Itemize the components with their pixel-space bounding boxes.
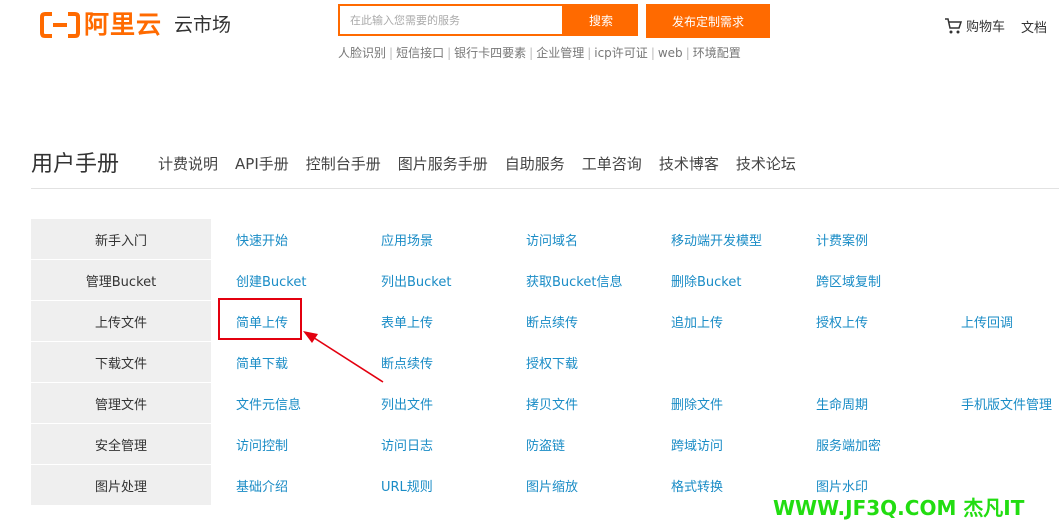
- doc-link[interactable]: 断点续传: [381, 342, 526, 382]
- doc-link[interactable]: 断点续传: [526, 301, 671, 341]
- doc-link[interactable]: 获取Bucket信息: [526, 260, 671, 300]
- aliyun-logo[interactable]: 阿里云 云市场: [40, 10, 231, 40]
- nav-billing[interactable]: 计费说明: [158, 153, 218, 174]
- search-button[interactable]: 搜索: [564, 4, 638, 36]
- doc-link[interactable]: 创建Bucket: [236, 260, 381, 300]
- doc-link[interactable]: 移动端开发模型: [671, 219, 816, 259]
- keyword-separator: |: [685, 46, 690, 60]
- row-header: 图片处理: [31, 465, 211, 506]
- doc-link[interactable]: 基础介绍: [236, 465, 381, 505]
- grid-row-manage-bucket: 管理Bucket 创建Bucket 列出Bucket 获取Bucket信息 删除…: [31, 260, 1059, 301]
- keyword-separator: |: [529, 46, 534, 60]
- doc-link[interactable]: 追加上传: [671, 301, 816, 341]
- doc-link[interactable]: 删除Bucket: [671, 260, 816, 300]
- publish-requirement-button[interactable]: 发布定制需求: [646, 4, 770, 38]
- doc-link[interactable]: 列出Bucket: [381, 260, 526, 300]
- aliyun-logo-icon: [40, 12, 80, 38]
- doc-link[interactable]: 手机版文件管理: [961, 383, 1059, 423]
- nav-ticket[interactable]: 工单咨询: [582, 153, 642, 174]
- hot-keyword-link[interactable]: web: [658, 46, 683, 60]
- hot-keyword-link[interactable]: 短信接口: [396, 46, 444, 60]
- doc-link[interactable]: 表单上传: [381, 301, 526, 341]
- doc-link[interactable]: 拷贝文件: [526, 383, 671, 423]
- nav-image-service-manual[interactable]: 图片服务手册: [398, 153, 488, 174]
- doc-link[interactable]: 跨域访问: [671, 424, 816, 464]
- doc-link[interactable]: 快速开始: [236, 219, 381, 259]
- keyword-separator: |: [650, 46, 655, 60]
- doc-link[interactable]: 服务端加密: [816, 424, 961, 464]
- docs-link[interactable]: 文档: [1021, 17, 1047, 36]
- hot-keyword-link[interactable]: icp许可证: [594, 46, 648, 60]
- hot-keyword-link[interactable]: 人脸识别: [338, 46, 386, 60]
- doc-link[interactable]: 上传回调: [961, 301, 1059, 341]
- doc-link[interactable]: 访问日志: [381, 424, 526, 464]
- row-header: 管理Bucket: [31, 260, 211, 301]
- doc-link[interactable]: URL规则: [381, 465, 526, 505]
- doc-link[interactable]: 计费案例: [816, 219, 961, 259]
- manual-nav: 计费说明 API手册 控制台手册 图片服务手册 自助服务 工单咨询 技术博客 技…: [158, 153, 813, 174]
- doc-link[interactable]: 跨区域复制: [816, 260, 961, 300]
- doc-link-simple-upload[interactable]: 简单上传: [236, 301, 381, 341]
- grid-row-manage-file: 管理文件 文件元信息 列出文件 拷贝文件 删除文件 生命周期 手机版文件管理: [31, 383, 1059, 424]
- doc-link[interactable]: 生命周期: [816, 383, 961, 423]
- grid-row-getting-started: 新手入门 快速开始 应用场景 访问域名 移动端开发模型 计费案例: [31, 219, 1059, 260]
- row-header: 安全管理: [31, 424, 211, 465]
- cart-label: 购物车: [966, 20, 1006, 35]
- doc-link[interactable]: 应用场景: [381, 219, 526, 259]
- row-header: 下载文件: [31, 342, 211, 383]
- row-header: 上传文件: [31, 301, 211, 342]
- doc-link[interactable]: 授权下载: [526, 342, 671, 382]
- shopping-cart-icon: [945, 17, 962, 33]
- keyword-separator: |: [389, 46, 394, 60]
- hot-keyword-link[interactable]: 企业管理: [536, 46, 584, 60]
- cart-link[interactable]: 购物车: [944, 16, 1005, 35]
- doc-link[interactable]: 图片缩放: [526, 465, 671, 505]
- page-title: 用户手册: [31, 152, 120, 177]
- search-input[interactable]: [338, 4, 564, 36]
- grid-row-security: 安全管理 访问控制 访问日志 防盗链 跨域访问 服务端加密: [31, 424, 1059, 465]
- doc-link[interactable]: 访问域名: [526, 219, 671, 259]
- doc-link[interactable]: 文件元信息: [236, 383, 381, 423]
- logo-market-text: 云市场: [174, 14, 232, 36]
- grid-row-upload-file: 上传文件 简单上传 表单上传 断点续传 追加上传 授权上传 上传回调: [31, 301, 1059, 342]
- doc-link[interactable]: 授权上传: [816, 301, 961, 341]
- hot-keyword-link[interactable]: 银行卡四要素: [454, 46, 526, 60]
- nav-tech-blog[interactable]: 技术博客: [659, 153, 719, 174]
- doc-link[interactable]: 简单下载: [236, 342, 381, 382]
- doc-link[interactable]: 删除文件: [671, 383, 816, 423]
- nav-self-service[interactable]: 自助服务: [505, 153, 565, 174]
- nav-divider: [31, 188, 1059, 189]
- nav-console-manual[interactable]: 控制台手册: [306, 153, 381, 174]
- row-header: 新手入门: [31, 219, 211, 260]
- logo-brand-text: 阿里云: [84, 10, 163, 39]
- row-header: 管理文件: [31, 383, 211, 424]
- keyword-separator: |: [587, 46, 592, 60]
- doc-link[interactable]: 访问控制: [236, 424, 381, 464]
- watermark-text: WWW.JF3Q.COM 杰凡IT: [773, 496, 1025, 520]
- hot-keywords: 人脸识别 | 短信接口 | 银行卡四要素 | 企业管理 | icp许可证 | web | 环境配置: [338, 44, 741, 61]
- keyword-separator: |: [447, 46, 452, 60]
- nav-api-manual[interactable]: API手册: [235, 153, 289, 174]
- hot-keyword-link[interactable]: 环境配置: [693, 46, 741, 60]
- grid-row-download-file: 下载文件 简单下载 断点续传 授权下载: [31, 342, 1059, 383]
- doc-link[interactable]: 列出文件: [381, 383, 526, 423]
- manual-grid: 新手入门 快速开始 应用场景 访问域名 移动端开发模型 计费案例 管理Bucke…: [31, 219, 1059, 506]
- doc-link[interactable]: 防盗链: [526, 424, 671, 464]
- nav-tech-forum[interactable]: 技术论坛: [736, 153, 796, 174]
